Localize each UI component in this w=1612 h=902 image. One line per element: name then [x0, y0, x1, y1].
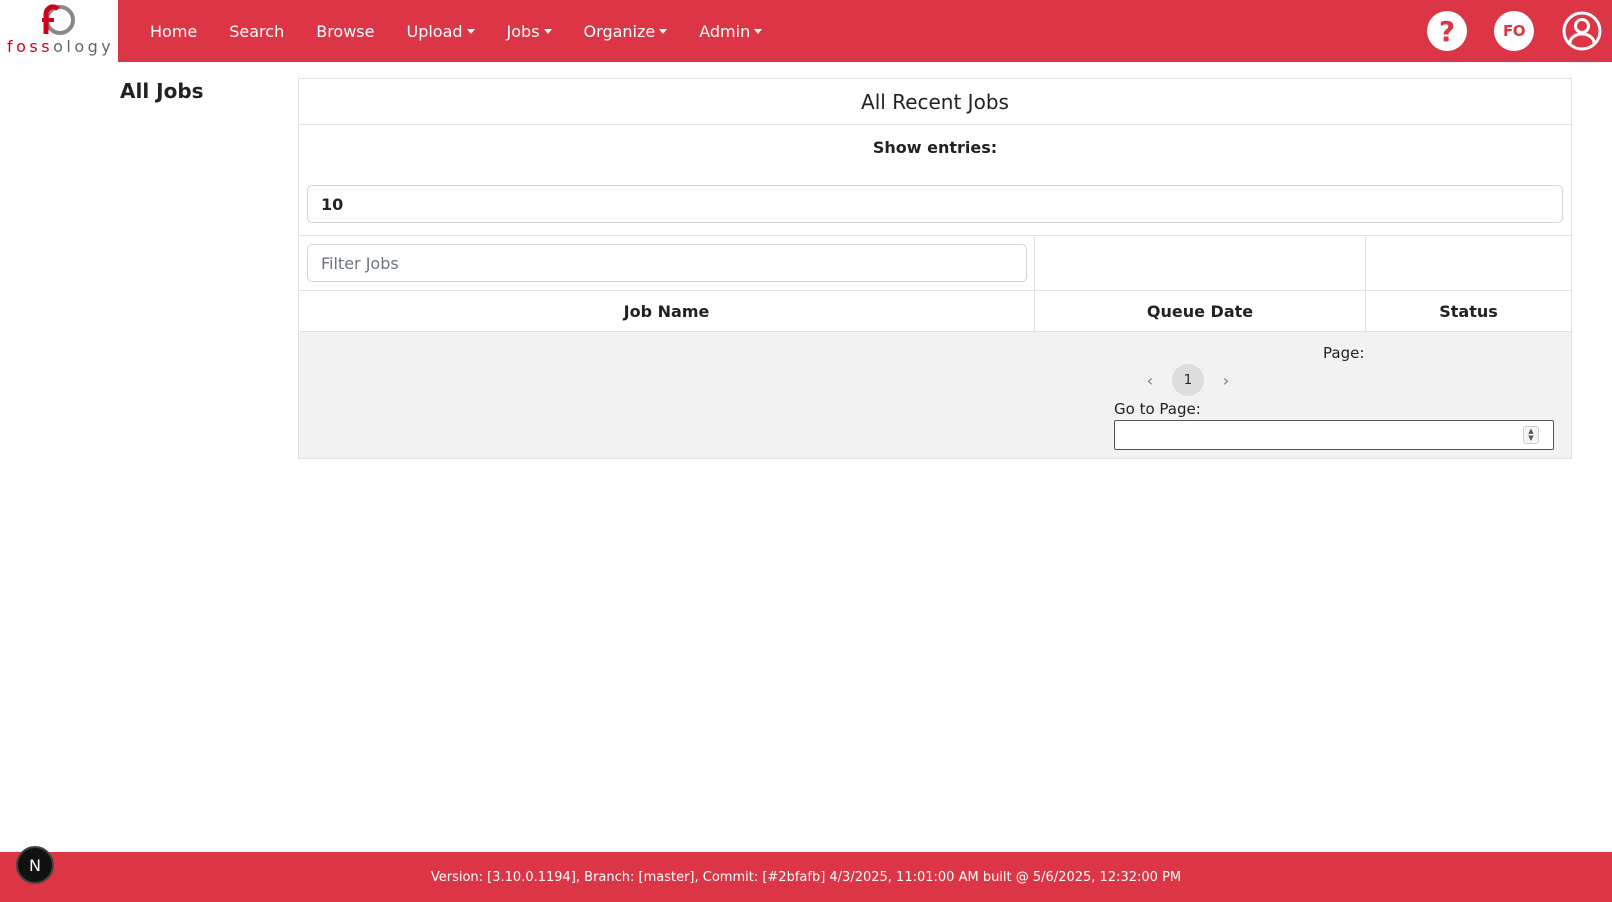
top-navbar: fossology Home Search Browse Upload Jobs…	[0, 0, 1612, 62]
goto-page-label: Go to Page:	[1114, 400, 1201, 418]
nav-browse[interactable]: Browse	[300, 22, 390, 41]
column-header-job-name[interactable]: Job Name	[299, 291, 1035, 331]
user-initials-button[interactable]: FO	[1494, 11, 1534, 51]
caret-down-icon	[466, 29, 475, 34]
question-mark-icon: ?	[1438, 14, 1456, 48]
jobs-panel: All Recent Jobs Show entries: 10 Filter …	[298, 78, 1572, 459]
page-label: Page:	[1323, 344, 1365, 362]
jobs-panel-title: All Recent Jobs	[299, 79, 1571, 125]
main-nav: Home Search Browse Upload Jobs Organize …	[134, 0, 778, 62]
nav-organize-dropdown[interactable]: Organize	[568, 22, 684, 41]
filter-row: Filter Jobs	[299, 236, 1571, 291]
column-header-queue-date[interactable]: Queue Date	[1035, 291, 1366, 331]
filter-cell: Filter Jobs	[299, 236, 1035, 290]
user-menu-button[interactable]	[1562, 11, 1602, 51]
n-badge-button[interactable]: N	[16, 846, 54, 884]
version-footer: Version: [3.10.0.1194], Branch: [master]…	[0, 852, 1612, 902]
caret-down-icon	[659, 29, 668, 34]
goto-page-input[interactable]: ▲ ▼	[1114, 420, 1554, 450]
version-text: Version: [3.10.0.1194], Branch: [master]…	[430, 869, 1182, 885]
filter-jobs-input[interactable]: Filter Jobs	[307, 244, 1027, 282]
fossology-logo[interactable]: fossology	[0, 0, 118, 62]
nav-admin-dropdown[interactable]: Admin	[683, 22, 778, 41]
filter-cell-blank	[1366, 236, 1571, 290]
page-number-button[interactable]: 1	[1172, 364, 1204, 396]
page-title: All Jobs	[120, 79, 204, 103]
pagination-area: Page: ‹ 1 › Go to Page: ▲ ▼	[299, 332, 1571, 458]
caret-down-icon	[754, 29, 763, 34]
fossology-logo-icon	[42, 4, 75, 35]
filter-cell-blank	[1035, 236, 1366, 290]
previous-page-icon[interactable]: ‹	[1134, 364, 1166, 396]
nav-upload-dropdown[interactable]: Upload	[390, 22, 490, 41]
user-circle-icon	[1562, 11, 1602, 51]
show-entries-block: Show entries: 10	[299, 125, 1571, 236]
next-page-icon[interactable]: ›	[1210, 364, 1242, 396]
nav-jobs-dropdown[interactable]: Jobs	[491, 22, 568, 41]
entries-per-page-select[interactable]: 10	[307, 185, 1563, 223]
caret-down-icon	[543, 29, 552, 34]
fossology-logo-text: fossology	[7, 37, 115, 56]
number-spinner-icon[interactable]: ▲ ▼	[1523, 426, 1539, 444]
nav-home[interactable]: Home	[134, 22, 213, 41]
column-header-status[interactable]: Status	[1366, 291, 1571, 331]
show-entries-label: Show entries:	[872, 138, 998, 157]
table-header-row: Job Name Queue Date Status	[299, 291, 1571, 332]
pager: ‹ 1 ›	[1134, 364, 1242, 396]
nav-search[interactable]: Search	[213, 22, 300, 41]
help-button[interactable]: ?	[1427, 11, 1467, 51]
